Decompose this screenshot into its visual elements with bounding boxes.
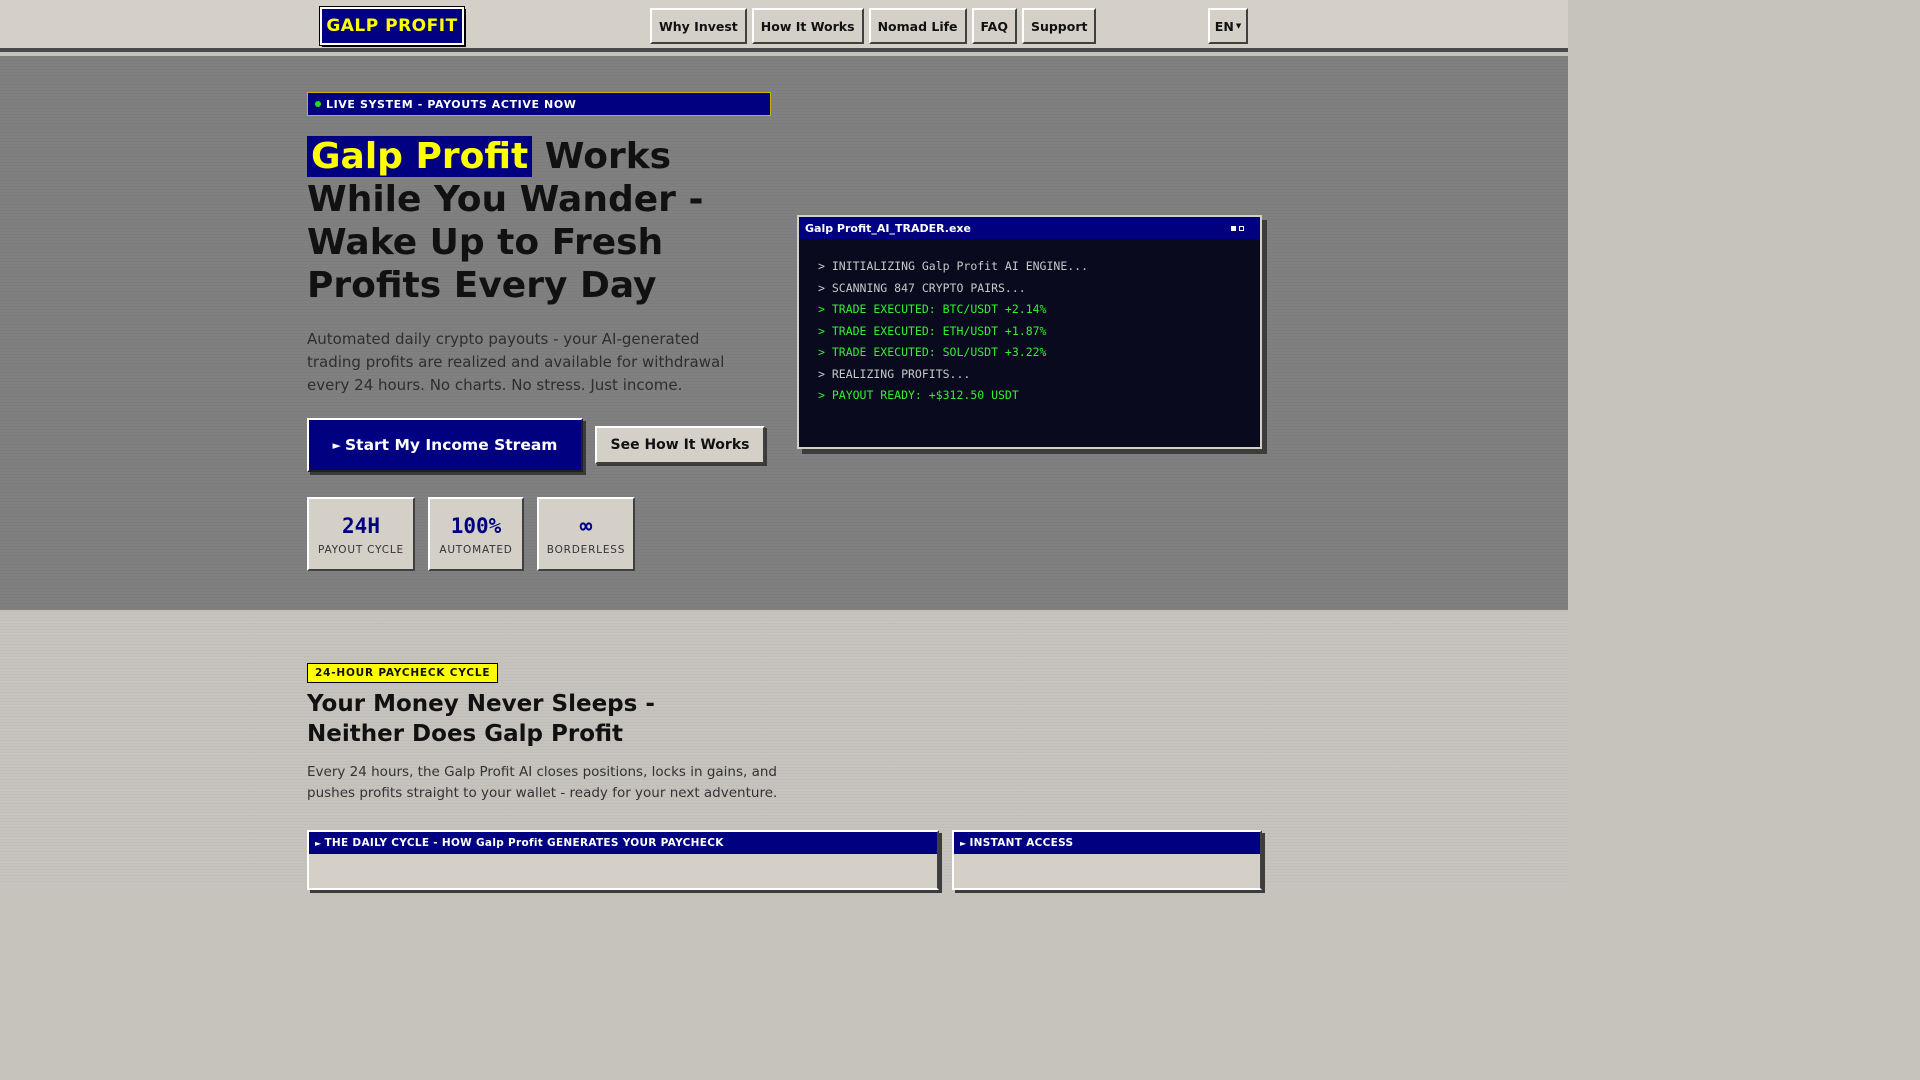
stat-automated: 100% AUTOMATED — [428, 497, 524, 571]
terminal-output: > INITIALIZING Galp Profit AI ENGINE... … — [799, 239, 1260, 407]
stat-label: PAYOUT CYCLE — [318, 543, 404, 556]
terminal-line: > INITIALIZING Galp Profit AI ENGINE... — [818, 259, 1089, 273]
terminal-titlebar: Galp Profit_AI_TRADER.exe — [799, 217, 1260, 239]
hero-headline: Galp Profit Works While You Wander - Wak… — [307, 135, 767, 307]
headline-highlight: Galp Profit — [307, 136, 533, 177]
window-controls — [1231, 225, 1244, 231]
terminal-line: > SCANNING 847 CRYPTO PAIRS... — [818, 280, 1026, 295]
section-title: Your Money Never Sleeps - Neither Does G… — [307, 691, 655, 747]
instant-access-panel: ► INSTANT ACCESS — [952, 830, 1262, 890]
terminal-line: > TRADE EXECUTED: ETH/USDT +1.87% — [818, 323, 1047, 338]
ai-trader-terminal-window: Galp Profit_AI_TRADER.exe > INITIALIZING… — [797, 215, 1262, 449]
nav-why-invest[interactable]: Why Invest — [650, 8, 747, 44]
live-dot-icon — [315, 101, 321, 107]
daily-cycle-panel: ► THE DAILY CYCLE - HOW Galp Profit GENE… — [307, 830, 939, 890]
panel-title: INSTANT ACCESS — [969, 837, 1074, 849]
section-text: Every 24 hours, the Galp Profit AI close… — [307, 764, 778, 801]
stat-label: BORDERLESS — [546, 543, 626, 556]
section-tag: 24-HOUR PAYCHECK CYCLE — [307, 663, 499, 683]
stat-borderless: ∞ BORDERLESS — [537, 497, 635, 571]
terminal-title: Galp Profit_AI_TRADER.exe — [805, 221, 971, 235]
language-selector[interactable]: EN ▼ — [1208, 8, 1248, 44]
maximize-icon[interactable] — [1239, 225, 1244, 231]
play-icon: ► — [332, 438, 341, 452]
brand-logo[interactable]: GALP PROFIT — [319, 6, 465, 46]
primary-cta-label: Start My Income Stream — [345, 436, 558, 454]
nav-faq[interactable]: FAQ — [971, 8, 1017, 44]
stat-value: 24H — [342, 513, 380, 538]
live-badge-text: LIVE SYSTEM - PAYOUTS ACTIVE NOW — [326, 97, 577, 111]
language-label: EN — [1214, 18, 1234, 34]
stat-label: AUTOMATED — [439, 543, 513, 556]
terminal-line: > TRADE EXECUTED: BTC/USDT +2.14% — [818, 302, 1047, 316]
terminal-line: > PAYOUT READY: +$312.50 USDT — [818, 388, 1019, 402]
nav-support[interactable]: Support — [1021, 8, 1097, 44]
start-income-stream-button[interactable]: ► Start My Income Stream — [307, 418, 583, 472]
stat-value: ∞ — [579, 513, 593, 538]
play-icon: ► — [960, 838, 967, 848]
minimize-icon[interactable] — [1231, 225, 1236, 231]
chevron-down-icon: ▼ — [1235, 22, 1242, 30]
terminal-line: > REALIZING PROFITS... — [818, 366, 971, 381]
play-icon: ► — [315, 838, 322, 848]
paycheck-cycle-section: 24-HOUR PAYCHECK CYCLE Your Money Never … — [0, 610, 1568, 890]
panel-titlebar: ► INSTANT ACCESS — [954, 832, 1260, 854]
nav-nomad-life[interactable]: Nomad Life — [868, 8, 967, 44]
top-header: GALP PROFIT Why Invest How It Works Noma… — [0, 0, 1568, 52]
panel-titlebar: ► THE DAILY CYCLE - HOW Galp Profit GENE… — [309, 832, 937, 854]
live-status-badge: LIVE SYSTEM - PAYOUTS ACTIVE NOW — [307, 92, 771, 116]
main-nav: Why Invest How It Works Nomad Life FAQ S… — [650, 8, 1097, 44]
hero-section: LIVE SYSTEM - PAYOUTS ACTIVE NOW Galp Pr… — [0, 56, 1568, 610]
see-how-it-works-button[interactable]: See How It Works — [595, 426, 765, 464]
stat-payout-cycle: 24H PAYOUT CYCLE — [307, 497, 415, 571]
nav-how-it-works[interactable]: How It Works — [751, 8, 864, 44]
terminal-line: > TRADE EXECUTED: SOL/USDT +3.22% — [818, 345, 1047, 359]
hero-subtext: Automated daily crypto payouts - your AI… — [307, 330, 725, 394]
stat-value: 100% — [450, 513, 502, 538]
panel-title: THE DAILY CYCLE - HOW Galp Profit GENERA… — [324, 837, 724, 849]
